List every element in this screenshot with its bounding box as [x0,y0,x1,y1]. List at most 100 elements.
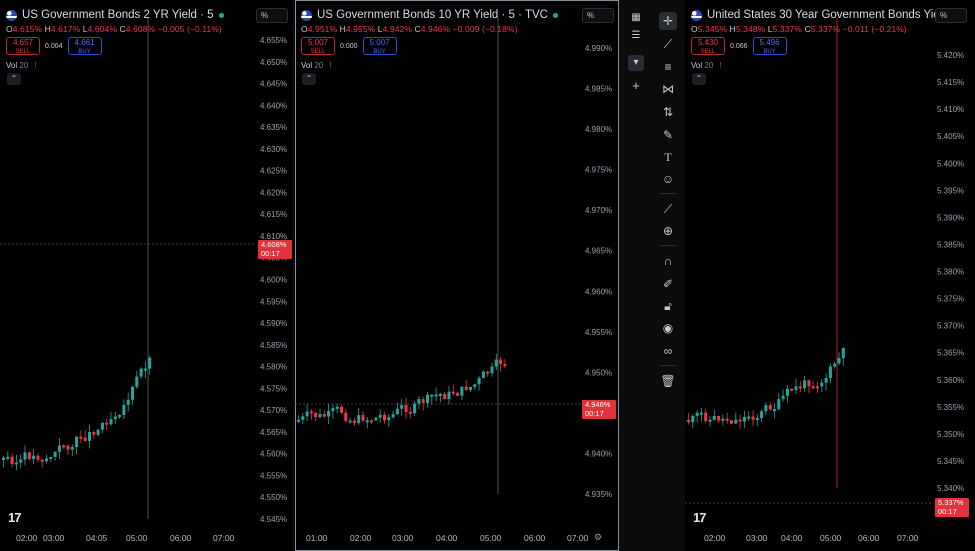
candle-body [6,456,10,459]
chart-settings-icon[interactable]: ⚙ [594,532,602,543]
time-axis-tick: 06:00 [170,533,192,543]
price-axis-tick: 5.415% [937,78,964,87]
object-tree-icon[interactable]: ☰ [628,28,644,44]
percent-scale-button[interactable]: % [256,8,288,23]
volume-legend[interactable]: Vol 20! [6,61,37,70]
candle-body [833,363,837,367]
link-icon[interactable]: ∞ [659,342,677,360]
volume-legend[interactable]: Vol 20! [301,61,332,70]
buy-button[interactable]: 5.007 BUY [362,37,397,55]
candle-body [344,412,348,421]
percent-scale-button[interactable]: % [582,8,614,23]
symbol-title[interactable]: United States 30 Year Government Bonds Y… [707,9,949,21]
candle-body [777,399,781,410]
us-flag-icon [301,9,312,21]
candle-body [14,462,18,465]
time-axis-tick: 05:00 [480,533,502,543]
time-axis-tick: 04:05 [86,533,108,543]
us-flag-icon [6,9,17,21]
chart-canvas-10yr[interactable]: 4.990% 4.985% 4.980% 4.975% 4.970% 4.965% 4.96… [295,0,619,551]
layout-icon[interactable]: ▦ [628,10,644,26]
chart-panel-10yr[interactable]: 4.990% 4.985% 4.980% 4.975% 4.970% 4.965% 4.96… [295,0,619,551]
candle-body [456,392,460,396]
brush-icon[interactable]: ✎ [659,126,677,144]
candle-body [301,416,305,420]
sell-button[interactable]: 4.657 SELL [6,37,40,55]
price-axis-tick: 4.985% [585,85,612,94]
sell-button[interactable]: 5.007 SELL [301,37,335,55]
zoom-in-icon[interactable]: ⊕ [659,222,677,240]
chart-canvas-30yr[interactable]: 5.420% 5.415% 5.410% 5.405% 5.400% 5.395% 5.39… [685,0,975,551]
pattern-icon[interactable]: ⋈ [659,80,677,98]
candle-body [755,418,759,421]
candle-body [352,420,356,424]
ohlc-legend: O4.951% H4.955% L4.942% C4.946% −0.009 (… [301,24,518,34]
ruler-icon[interactable]: ⟋ [659,200,677,218]
time-axis-tick: 05:00 [126,533,148,543]
candle-body [816,386,819,389]
price-axis-tick: 4.655% [260,36,287,45]
collapse-legend-button[interactable]: ⌃ [692,73,706,85]
buy-button[interactable]: 5.496 BUY [752,37,787,55]
eye-icon[interactable]: ◉ [659,319,677,337]
trash-icon[interactable]: 🗑︎ [659,372,677,390]
chart-panel-2yr[interactable]: 4.655% 4.650% 4.645% 4.640% 4.635% 4.630% 4.62… [0,0,293,551]
symbol-header[interactable]: US Government Bonds 10 YR Yield · 5 · TV… [301,9,558,21]
candle-body [747,416,751,419]
candle-body [473,384,477,388]
trendline-icon[interactable]: ⟋ [659,35,677,53]
crosshair-icon[interactable]: ✛ [659,12,677,30]
candle-body [105,422,109,425]
candle-body [126,399,130,405]
emoji-icon[interactable]: ☺ [659,170,677,188]
forecast-icon[interactable]: ⇅ [659,103,677,121]
chart-canvas-2yr[interactable]: 4.655% 4.650% 4.645% 4.640% 4.635% 4.630% 4.62… [0,0,293,551]
collapse-legend-button[interactable]: ⌃ [302,73,316,85]
drawing-toolbar: ✛ ⟋ ≡ ⋈ ⇅ ✎ T ☺ ⟋ ⊕ ∩ ✐ 🔓︎ ◉ ∞ 🗑︎ [654,0,682,551]
candle-body [494,359,498,367]
candle-body [314,412,318,418]
price-axis-tick: 4.960% [585,287,612,296]
price-axis-tick: 5.380% [937,268,964,277]
collapse-legend-button[interactable]: ⌃ [7,73,21,85]
warning-icon: ! [34,61,37,70]
symbol-header[interactable]: US Government Bonds 2 YR Yield · 5 [6,9,224,21]
candle-body [773,409,776,412]
candle-body [717,415,721,421]
candle-body [88,431,91,441]
tradingview-logo[interactable]: 17 [8,510,22,525]
lock-drawings-icon[interactable]: ✐ [659,275,677,293]
last-price-tag: 5.337% 00:17 [935,498,969,517]
percent-scale-button[interactable]: % [935,8,967,23]
time-axis-tick: 06:00 [524,533,546,543]
magnet-icon[interactable]: ∩ [659,252,677,270]
candle-body [96,429,100,435]
sell-button[interactable]: 5.430 SELL [691,37,725,55]
volume-legend[interactable]: Vol 20! [691,61,722,70]
tradingview-logo[interactable]: 17 [693,510,707,525]
fib-icon[interactable]: ≡ [659,58,677,76]
price-axis-tick: 4.590% [260,319,287,328]
price-axis-tick: 5.400% [937,159,964,168]
candle-body [40,459,44,462]
price-axis-tick: 5.360% [937,376,964,385]
candle-body [499,359,503,365]
last-price-tag: 4.946% 00:17 [582,400,616,419]
symbol-title[interactable]: US Government Bonds 2 YR Yield · 5 [22,9,214,21]
add-icon[interactable]: + [628,78,644,94]
text-icon[interactable]: T [659,148,677,166]
more-icon[interactable]: ▾ [628,55,644,71]
candle-body [460,386,464,396]
time-axis-tick: 04:00 [436,533,458,543]
price-axis-tick: 4.580% [260,363,287,372]
time-axis-tick: 05:00 [820,533,842,543]
chart-panel-30yr[interactable]: 5.420% 5.415% 5.410% 5.405% 5.400% 5.395% 5.39… [685,0,975,551]
buy-button[interactable]: 4.661 BUY [67,37,102,55]
candle-body [768,405,772,410]
price-axis-tick: 4.645% [260,80,287,89]
price-axis-tick: 4.570% [260,406,287,415]
candle-body [798,386,802,389]
lock-icon[interactable]: 🔓︎ [659,297,677,315]
symbol-title[interactable]: US Government Bonds 10 YR Yield · 5 · TV… [317,9,548,21]
symbol-header[interactable]: United States 30 Year Government Bonds Y… [691,9,959,21]
